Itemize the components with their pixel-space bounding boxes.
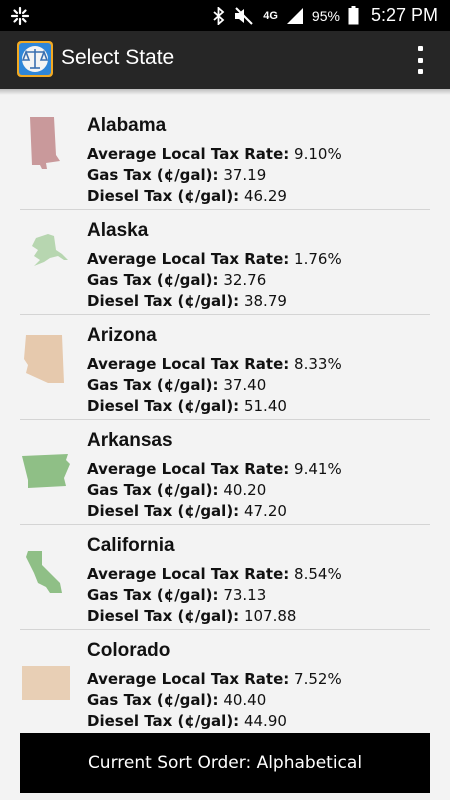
- diesel-tax-value: 46.29: [243, 187, 287, 205]
- diesel-tax-value: 51.40: [243, 397, 287, 415]
- list-item-california[interactable]: California Average Local Tax Rate: 8.54%…: [20, 525, 430, 630]
- arizona-map-icon: [24, 335, 64, 383]
- gas-tax-line: Gas Tax (¢/gal): 37.40: [87, 376, 266, 394]
- diesel-tax-label: Diesel Tax (¢/gal):: [87, 502, 240, 520]
- local-tax-line: Average Local Tax Rate: 9.10%: [87, 145, 342, 163]
- network-type: 4G: [263, 9, 278, 22]
- action-bar: Select State: [0, 31, 450, 89]
- gas-tax-value: 32.76: [223, 271, 267, 289]
- state-name: Alaska: [87, 220, 149, 241]
- sort-order-label: Current Sort Order: Alphabetical: [87, 753, 363, 773]
- gas-tax-line: Gas Tax (¢/gal): 37.19: [87, 166, 266, 184]
- diesel-tax-value: 47.20: [243, 502, 287, 520]
- list-item-arizona[interactable]: Arizona Average Local Tax Rate: 8.33% Ga…: [20, 315, 430, 420]
- local-tax-line: Average Local Tax Rate: 9.41%: [87, 460, 342, 478]
- bluetooth-icon: [213, 6, 225, 25]
- local-tax-value: 8.33%: [294, 355, 342, 373]
- signal-icon: [286, 7, 303, 24]
- local-tax-line: Average Local Tax Rate: 7.52%: [87, 670, 342, 688]
- clock: 5:27 PM: [370, 5, 438, 25]
- state-name: Alabama: [87, 115, 167, 136]
- gas-tax-value: 40.20: [223, 481, 267, 499]
- action-bar-shadow: [0, 89, 450, 95]
- list-item-arkansas[interactable]: Arkansas Average Local Tax Rate: 9.41% G…: [20, 420, 430, 525]
- diesel-tax-value: 38.79: [243, 292, 287, 310]
- local-tax-label: Average Local Tax Rate:: [87, 565, 290, 583]
- diesel-tax-label: Diesel Tax (¢/gal):: [87, 712, 240, 730]
- battery-percent: 95%: [311, 7, 340, 24]
- gas-tax-label: Gas Tax (¢/gal):: [87, 376, 219, 394]
- gas-tax-label: Gas Tax (¢/gal):: [87, 166, 219, 184]
- california-map-icon: [26, 551, 62, 593]
- gas-tax-label: Gas Tax (¢/gal):: [87, 271, 219, 289]
- page-title: Select State: [61, 46, 175, 69]
- colorado-map-icon: [22, 666, 70, 700]
- mute-icon: [235, 6, 253, 25]
- diesel-tax-line: Diesel Tax (¢/gal): 107.88: [87, 607, 296, 625]
- gas-tax-value: 40.40: [223, 691, 267, 709]
- gas-tax-line: Gas Tax (¢/gal): 73.13: [87, 586, 266, 604]
- alabama-map-icon: [30, 117, 60, 169]
- gas-tax-value: 37.40: [223, 376, 267, 394]
- diesel-tax-line: Diesel Tax (¢/gal): 51.40: [87, 397, 287, 415]
- state-list: Alabama Average Local Tax Rate: 9.10% Ga…: [20, 105, 430, 735]
- diesel-tax-line: Diesel Tax (¢/gal): 44.90: [87, 712, 287, 730]
- list-item-alaska[interactable]: Alaska Average Local Tax Rate: 1.76% Gas…: [20, 210, 430, 315]
- gas-tax-label: Gas Tax (¢/gal):: [87, 586, 219, 604]
- diesel-tax-label: Diesel Tax (¢/gal):: [87, 187, 240, 205]
- local-tax-line: Average Local Tax Rate: 8.33%: [87, 355, 342, 373]
- local-tax-value: 1.76%: [294, 250, 342, 268]
- list-item-alabama[interactable]: Alabama Average Local Tax Rate: 9.10% Ga…: [20, 105, 430, 210]
- arkansas-map-icon: [22, 454, 70, 488]
- local-tax-label: Average Local Tax Rate:: [87, 250, 290, 268]
- local-tax-label: Average Local Tax Rate:: [87, 355, 290, 373]
- status-bar: 4G 95% 5:27 PM: [0, 0, 450, 31]
- local-tax-label: Average Local Tax Rate:: [87, 145, 290, 163]
- overflow-menu-icon[interactable]: [416, 46, 424, 74]
- local-tax-value: 9.10%: [294, 145, 342, 163]
- diesel-tax-line: Diesel Tax (¢/gal): 46.29: [87, 187, 287, 205]
- diesel-tax-value: 107.88: [243, 607, 297, 625]
- gas-tax-line: Gas Tax (¢/gal): 32.76: [87, 271, 266, 289]
- gas-tax-value: 73.13: [223, 586, 267, 604]
- local-tax-line: Average Local Tax Rate: 8.54%: [87, 565, 342, 583]
- local-tax-value: 7.52%: [294, 670, 342, 688]
- gas-tax-label: Gas Tax (¢/gal):: [87, 691, 219, 709]
- gas-tax-line: Gas Tax (¢/gal): 40.40: [87, 691, 266, 709]
- state-name: Arkansas: [87, 430, 173, 451]
- diesel-tax-line: Diesel Tax (¢/gal): 47.20: [87, 502, 287, 520]
- local-tax-label: Average Local Tax Rate:: [87, 460, 290, 478]
- diesel-tax-label: Diesel Tax (¢/gal):: [87, 292, 240, 310]
- gas-tax-label: Gas Tax (¢/gal):: [87, 481, 219, 499]
- notification-icon: [10, 6, 30, 26]
- diesel-tax-value: 44.90: [243, 712, 287, 730]
- alaska-map-icon: [32, 234, 68, 266]
- state-name: Colorado: [87, 640, 171, 661]
- local-tax-label: Average Local Tax Rate:: [87, 670, 290, 688]
- local-tax-value: 9.41%: [294, 460, 342, 478]
- gas-tax-line: Gas Tax (¢/gal): 40.20: [87, 481, 266, 499]
- state-name: California: [87, 535, 175, 556]
- diesel-tax-label: Diesel Tax (¢/gal):: [87, 607, 240, 625]
- scales-of-justice-icon[interactable]: [17, 41, 53, 77]
- sort-order-button[interactable]: Current Sort Order: Alphabetical: [20, 733, 430, 793]
- gas-tax-value: 37.19: [223, 166, 267, 184]
- diesel-tax-line: Diesel Tax (¢/gal): 38.79: [87, 292, 287, 310]
- local-tax-value: 8.54%: [294, 565, 342, 583]
- list-item-colorado[interactable]: Colorado Average Local Tax Rate: 7.52% G…: [20, 630, 430, 735]
- battery-icon: [348, 6, 359, 25]
- local-tax-line: Average Local Tax Rate: 1.76%: [87, 250, 342, 268]
- diesel-tax-label: Diesel Tax (¢/gal):: [87, 397, 240, 415]
- state-name: Arizona: [87, 325, 157, 346]
